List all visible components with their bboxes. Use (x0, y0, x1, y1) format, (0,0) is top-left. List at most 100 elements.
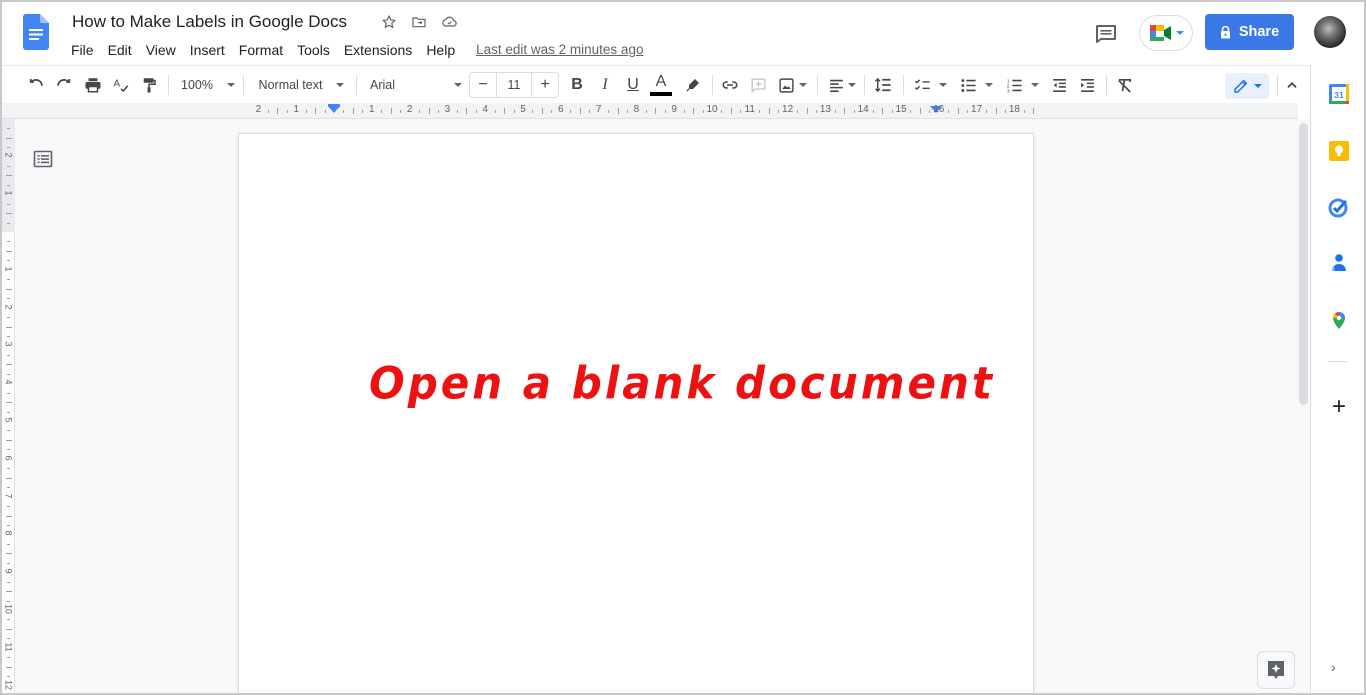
checklist-caret-icon (938, 83, 947, 87)
vruler-number: 1 (3, 266, 14, 272)
ruler-tick (343, 109, 345, 113)
ruler-tick (277, 108, 279, 114)
menu-extensions[interactable]: Extensions (337, 40, 419, 60)
ruler-tick (702, 109, 704, 113)
last-edit-link[interactable]: Last edit was 2 minutes ago (476, 40, 643, 60)
vruler-number: 4 (3, 379, 14, 385)
annotation-text: Open a blank document (369, 357, 995, 410)
vruler-tick (7, 581, 10, 583)
menu-edit[interactable]: Edit (101, 40, 139, 60)
expand-panel-button[interactable]: › (1331, 659, 1345, 675)
print-icon[interactable] (81, 66, 105, 104)
text-color-icon[interactable]: A (649, 66, 673, 104)
document-title[interactable]: How to Make Labels in Google Docs (72, 12, 347, 32)
font-size-increase-button[interactable]: + (532, 73, 558, 97)
toolbar-separator (356, 75, 357, 95)
checklist-icon[interactable] (910, 66, 950, 104)
vruler-tick (5, 591, 12, 593)
vruler-tick (7, 146, 10, 148)
keep-icon[interactable] (1328, 140, 1350, 162)
move-to-folder-icon[interactable] (410, 13, 428, 31)
svg-text:31: 31 (1334, 90, 1344, 100)
vruler-number: 2 (3, 152, 14, 158)
increase-indent-icon[interactable] (1075, 66, 1099, 104)
menu-help[interactable]: Help (419, 40, 462, 60)
line-spacing-icon[interactable] (871, 66, 895, 104)
clear-formatting-icon[interactable] (1112, 66, 1136, 104)
vruler-tick (5, 288, 12, 290)
ruler-tick (929, 109, 931, 113)
document-outline-icon[interactable] (33, 149, 53, 169)
vruler-tick (7, 203, 10, 205)
spellcheck-icon[interactable]: A (109, 66, 133, 104)
contacts-icon[interactable] (1328, 252, 1350, 274)
calendar-icon[interactable]: 31 (1328, 83, 1350, 105)
vruler-tick (7, 373, 10, 375)
add-comment-icon[interactable] (746, 66, 770, 104)
collapse-menus-icon[interactable] (1281, 66, 1303, 104)
highlight-icon[interactable] (681, 66, 705, 104)
left-indent-marker[interactable] (328, 106, 340, 113)
ruler-number: 6 (558, 104, 564, 115)
ruler-tick (419, 109, 421, 113)
share-button[interactable]: Share (1205, 14, 1294, 50)
bold-icon[interactable]: B (565, 66, 589, 104)
cloud-status-icon[interactable] (440, 13, 458, 31)
font-size-decrease-button[interactable]: − (470, 73, 496, 97)
meet-button[interactable] (1139, 15, 1193, 51)
insert-image-icon[interactable] (775, 66, 809, 104)
menu-view[interactable]: View (139, 40, 183, 60)
ruler-tick (570, 109, 572, 113)
ruler-tick (390, 108, 392, 114)
vruler-tick (7, 524, 10, 526)
ruler-tick (806, 108, 808, 114)
text-color-swatch (650, 92, 672, 96)
add-addon-button[interactable]: + (1328, 393, 1350, 420)
comment-history-icon[interactable] (1094, 22, 1118, 46)
bulleted-list-icon[interactable] (956, 66, 996, 104)
zoom-select[interactable]: 100% (178, 66, 238, 104)
font-select[interactable]: Arial (370, 66, 462, 104)
vruler-tick (7, 184, 10, 186)
tasks-icon[interactable] (1328, 196, 1350, 218)
style-select[interactable]: Normal text (254, 66, 349, 104)
avatar[interactable] (1314, 16, 1346, 48)
vertical-scrollbar[interactable] (1298, 119, 1310, 693)
scrollbar-thumb[interactable] (1299, 123, 1308, 405)
numbered-list-icon[interactable]: 123 (1002, 66, 1042, 104)
vruler-tick (7, 487, 10, 489)
toolbar-separator (817, 75, 818, 95)
editing-mode-caret-icon (1253, 84, 1262, 88)
ruler-tick (759, 109, 761, 113)
italic-icon[interactable]: I (593, 66, 617, 104)
vruler-number: 8 (3, 530, 14, 536)
ruler-tick (494, 109, 496, 113)
document-page[interactable]: Open a blank document (238, 133, 1034, 693)
app-window: How to Make Labels in Google Docs File E… (2, 2, 1364, 693)
link-icon[interactable] (718, 66, 742, 104)
explore-button[interactable] (1257, 651, 1295, 689)
redo-icon[interactable] (52, 66, 76, 104)
star-icon[interactable] (380, 13, 398, 31)
decrease-indent-icon[interactable] (1047, 66, 1071, 104)
underline-icon[interactable]: U (621, 66, 645, 104)
vertical-ruler[interactable]: 2 1 1 2 3 4 5 6 7 8 9 10 11 12 (2, 119, 15, 693)
ruler-number: 1 (369, 104, 375, 115)
menu-format[interactable]: Format (232, 40, 290, 60)
font-size-input[interactable]: 11 (496, 73, 532, 97)
ruler-tick (504, 108, 506, 114)
paint-format-icon[interactable] (137, 66, 161, 104)
menu-file[interactable]: File (64, 40, 101, 60)
horizontal-ruler[interactable]: 2 1 1 2 3 4 5 6 7 8 9 10 11 12 13 14 15 16 17 18 (2, 103, 1298, 119)
menu-tools[interactable]: Tools (290, 40, 337, 60)
undo-icon[interactable] (24, 66, 48, 104)
docs-logo-icon[interactable] (23, 14, 49, 50)
maps-icon[interactable] (1328, 308, 1350, 330)
editing-mode-button[interactable] (1225, 73, 1269, 99)
align-icon[interactable] (825, 66, 859, 104)
ruler-tick (919, 108, 921, 114)
menu-insert[interactable]: Insert (183, 40, 232, 60)
ruler-tick (381, 109, 383, 113)
numbered-caret-icon (1030, 83, 1039, 87)
share-label: Share (1238, 24, 1280, 40)
